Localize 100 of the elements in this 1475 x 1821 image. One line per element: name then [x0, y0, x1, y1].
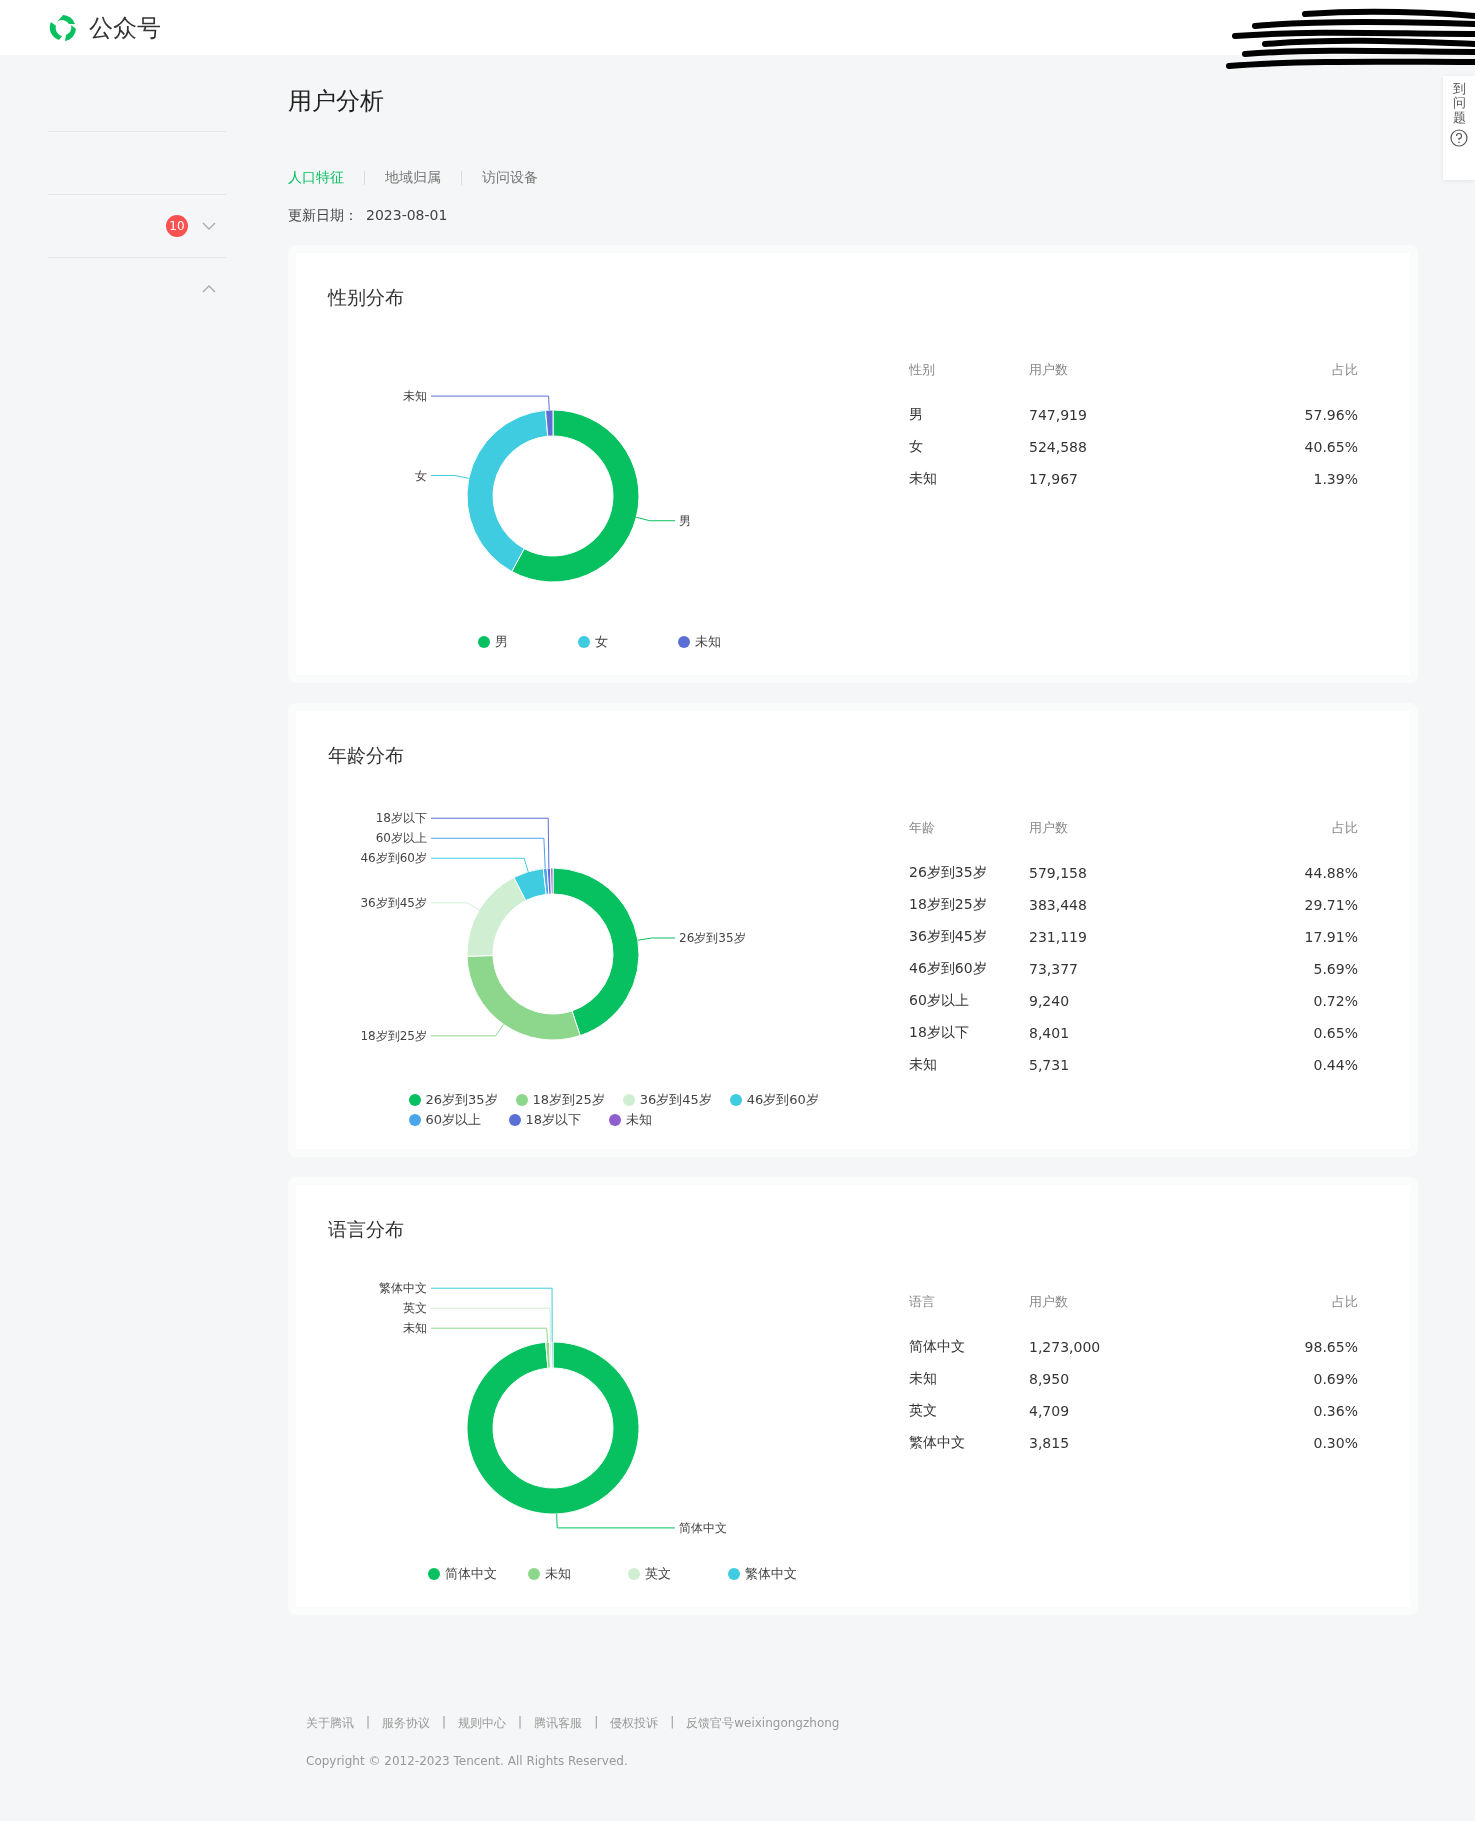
table-cell-text: 0.65%	[1312, 1024, 1358, 1043]
slice-label: 未知	[403, 1321, 427, 1336]
slice-label: 繁体中文	[379, 1281, 427, 1296]
table-cell-text: 3,815	[1029, 1434, 1071, 1453]
leader-line	[637, 937, 676, 941]
table-cell-text: 1,273,000	[1029, 1338, 1102, 1357]
tab[interactable]: 访问设备	[482, 169, 538, 187]
slice-label: 男	[679, 513, 691, 528]
table-cell-text: 73,377	[1029, 960, 1079, 979]
column-header: 用户数	[1029, 819, 1069, 837]
chevron-up-icon[interactable]	[202, 285, 216, 293]
legend-label[interactable]: 简体中文	[444, 1565, 497, 1583]
leader-line	[635, 516, 676, 522]
chevron-down-icon[interactable]	[202, 222, 216, 230]
date-value: 2023-08-01	[366, 207, 448, 225]
slice-label: 46岁到60岁	[360, 851, 427, 866]
separator: |	[670, 1715, 675, 1731]
table-cell-text: 未知	[909, 1369, 938, 1388]
table-cell-text: 8,950	[1029, 1370, 1071, 1389]
separator: |	[442, 1715, 447, 1731]
help-icon	[1450, 128, 1468, 147]
column-header: 性别	[909, 361, 1029, 399]
table-cell-text: 0.44%	[1312, 1056, 1358, 1075]
table-cell-text: 简体中文	[909, 1337, 966, 1356]
section-title: 年龄分布	[328, 743, 405, 768]
legend-label[interactable]: 未知	[625, 1111, 652, 1129]
leader-line	[430, 902, 480, 911]
table-cell-text: 17,967	[1029, 470, 1079, 489]
table-cell-text: 231,119	[1029, 928, 1088, 947]
legend-label[interactable]: 46岁到60岁	[746, 1091, 819, 1109]
table-cell-text: 未知	[909, 1055, 938, 1074]
separator: |	[518, 1715, 523, 1731]
table-cell-text: 9,240	[1029, 992, 1071, 1011]
legend-label[interactable]: 繁体中文	[744, 1565, 797, 1583]
table-cell-text: 18岁到25岁	[909, 895, 988, 914]
legend-label[interactable]: 18岁以下	[525, 1111, 582, 1129]
separator: |	[594, 1715, 599, 1731]
table-cell-text: 29.71%	[1303, 896, 1358, 915]
page-title: 用户分析	[288, 86, 385, 117]
section-title: 性别分布	[328, 285, 405, 310]
legend-label[interactable]: 60岁以上	[425, 1111, 482, 1129]
table-cell-text: 46岁到60岁	[909, 959, 988, 978]
column-header: 占比	[1331, 819, 1358, 837]
leader-line	[430, 475, 470, 479]
slice-label: 26岁到35岁	[679, 931, 746, 945]
column-header: 用户数	[1029, 361, 1069, 379]
legend-label[interactable]: 26岁到35岁	[425, 1091, 498, 1109]
table-cell-text: 5,731	[1029, 1056, 1071, 1075]
section-title: 语言分布	[328, 1217, 405, 1242]
table-cell-text: 繁体中文	[909, 1433, 966, 1452]
table-cell-text: 747,919	[1029, 406, 1088, 425]
legend-label[interactable]: 英文	[644, 1565, 671, 1583]
table-cell-text: 0.36%	[1312, 1402, 1358, 1421]
date-label: 更新日期：	[288, 207, 358, 225]
slice-label: 未知	[403, 389, 427, 404]
column-header: 语言	[909, 1293, 1029, 1331]
column-header: 占比	[1331, 1293, 1358, 1311]
table-cell-text: 57.96%	[1303, 406, 1358, 425]
slice-label: 女	[415, 468, 427, 483]
table-cell-text: 40.65%	[1303, 438, 1358, 457]
table-cell-text: 1.39%	[1312, 470, 1358, 489]
table-cell-text: 26岁到35岁	[909, 863, 988, 882]
table-cell-text: 383,448	[1029, 896, 1088, 915]
column-header: 占比	[1331, 361, 1358, 379]
legend-label[interactable]: 未知	[694, 633, 721, 651]
logo-text: 公众号	[89, 12, 161, 44]
table-cell-text: 0.72%	[1312, 992, 1358, 1011]
table-cell-text: 36岁到45岁	[909, 927, 988, 946]
slice-label: 18岁到25岁	[360, 1028, 427, 1043]
legend-label[interactable]: 18岁到25岁	[532, 1091, 605, 1109]
legend-label[interactable]: 男	[494, 633, 508, 651]
table-cell-text: 男	[909, 405, 924, 424]
slice-label: 36岁到45岁	[360, 895, 427, 910]
table-cell: 60岁以上	[909, 985, 1029, 1017]
table-cell-text: 98.65%	[1303, 1338, 1358, 1357]
separator: |	[366, 1715, 371, 1731]
table-cell-text: 4,709	[1029, 1402, 1071, 1421]
legend-label[interactable]: 未知	[544, 1565, 571, 1583]
slice-label: 简体中文	[679, 1520, 727, 1535]
column-header: 用户数	[1029, 1293, 1069, 1311]
table-cell-text: 女	[909, 437, 924, 456]
slice-label: 英文	[403, 1301, 427, 1316]
table-cell-text: 17.91%	[1303, 928, 1358, 947]
legend-label[interactable]: 女	[594, 633, 608, 651]
table-cell-text: 未知	[909, 469, 938, 488]
table-cell-text: 44.88%	[1303, 864, 1358, 883]
legend-label[interactable]: 36岁到45岁	[639, 1091, 712, 1109]
help-text: 到问题	[1452, 82, 1466, 125]
slice-label: 18岁以下	[375, 811, 427, 826]
tab[interactable]: 地域归属	[385, 169, 441, 187]
table-cell-text: 8,401	[1029, 1024, 1071, 1043]
table-cell-text: 524,588	[1029, 438, 1088, 457]
column-header: 年龄	[909, 819, 1029, 857]
copyright-text: Copyright © 2012-2023 Tencent. All Rights Reserved.	[306, 1754, 629, 1768]
table-cell-text: 0.30%	[1312, 1434, 1358, 1453]
notification-badge: 10	[166, 215, 188, 237]
slice-label: 60岁以上	[375, 831, 427, 846]
table-cell-text: 0.69%	[1312, 1370, 1358, 1389]
help-tab[interactable]: 到问题	[1443, 76, 1475, 180]
table-cell-text: 579,158	[1029, 864, 1088, 883]
